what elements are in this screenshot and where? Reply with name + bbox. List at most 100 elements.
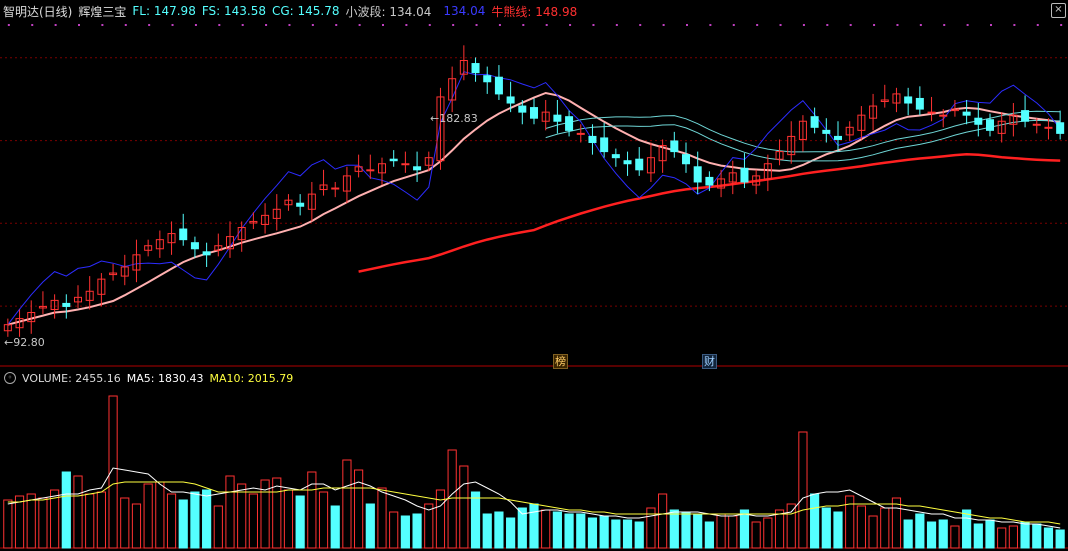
candle-body[interactable] <box>939 114 948 117</box>
volume-bar[interactable] <box>681 511 691 549</box>
candle-body[interactable] <box>529 107 539 119</box>
volume-bar[interactable] <box>272 477 282 549</box>
candle-body[interactable] <box>413 166 422 171</box>
volume-bar[interactable] <box>365 503 375 549</box>
volume-bar[interactable] <box>389 511 399 549</box>
volume-bar[interactable] <box>190 491 200 549</box>
volume-bar[interactable] <box>985 519 995 549</box>
candle-body[interactable] <box>553 114 562 122</box>
volume-bar[interactable] <box>786 503 796 549</box>
candle-body[interactable] <box>600 137 609 153</box>
candle-body[interactable] <box>962 111 971 116</box>
close-icon[interactable]: × <box>1051 3 1066 18</box>
volume-bar[interactable] <box>494 511 504 549</box>
volume-bar[interactable] <box>973 523 983 549</box>
candle-body[interactable] <box>1044 126 1053 129</box>
candle-body[interactable] <box>1032 123 1041 126</box>
candle-body[interactable] <box>588 135 597 143</box>
volume-bar[interactable] <box>61 471 71 549</box>
volume-bar[interactable] <box>950 525 960 549</box>
volume-bar[interactable] <box>915 513 925 549</box>
volume-bar[interactable] <box>926 521 937 549</box>
volume-bar[interactable] <box>564 513 574 549</box>
volume-bar[interactable] <box>73 475 83 549</box>
volume-bar[interactable] <box>891 497 902 549</box>
volume-bar[interactable] <box>318 491 329 549</box>
volume-bar[interactable] <box>1055 529 1065 549</box>
volume-bar[interactable] <box>658 493 668 549</box>
volume-bar[interactable] <box>868 515 878 549</box>
candle-body[interactable] <box>565 116 574 131</box>
candlesticks[interactable] <box>3 45 1065 337</box>
candle-body[interactable] <box>670 140 679 153</box>
volume-bar[interactable] <box>903 519 913 549</box>
volume-bar[interactable] <box>295 495 305 549</box>
candle-body[interactable] <box>190 242 199 250</box>
candle-body[interactable] <box>518 105 527 113</box>
candle-body[interactable] <box>693 166 702 183</box>
volume-bar[interactable] <box>599 515 609 549</box>
candle-body[interactable] <box>483 75 492 83</box>
volume-bar[interactable] <box>997 527 1007 549</box>
toggle-icon[interactable]: ◦ <box>4 372 16 384</box>
volume-bar[interactable] <box>435 489 446 549</box>
volume-bar[interactable] <box>166 493 177 549</box>
candle-body[interactable] <box>1021 110 1030 122</box>
volume-bar[interactable] <box>728 515 738 549</box>
volume-bar[interactable] <box>798 431 808 549</box>
volume-bar[interactable] <box>38 497 48 549</box>
candle-body[interactable] <box>915 97 924 110</box>
volume-bar[interactable] <box>307 471 317 549</box>
candle-body[interactable] <box>740 167 749 183</box>
volume-bar[interactable] <box>634 521 644 549</box>
volume-bar[interactable] <box>611 519 621 549</box>
candle-body[interactable] <box>985 119 995 131</box>
volume-bar[interactable] <box>283 489 294 549</box>
volume-bar[interactable] <box>96 491 106 549</box>
volume-bar[interactable] <box>587 517 598 549</box>
volume-bar[interactable] <box>938 519 948 549</box>
candle-body[interactable] <box>62 302 71 307</box>
candle-body[interactable] <box>179 228 188 241</box>
volume-bar[interactable] <box>1043 527 1054 549</box>
badge-finance[interactable]: 财 <box>702 354 717 369</box>
volume-bar[interactable] <box>14 495 25 549</box>
kline-chart[interactable] <box>0 0 1068 551</box>
volume-bar[interactable] <box>739 509 750 549</box>
volume-bar[interactable] <box>412 513 422 549</box>
candle-body[interactable] <box>202 251 211 256</box>
volume-bar[interactable] <box>178 499 188 549</box>
volume-bar[interactable] <box>669 509 679 549</box>
volume-bar[interactable] <box>85 493 95 549</box>
volume-bar[interactable] <box>225 475 235 549</box>
volume-bar[interactable] <box>763 517 773 549</box>
volume-bar[interactable] <box>622 519 633 549</box>
volume-bar[interactable] <box>774 509 785 549</box>
stock-title[interactable]: 智明达(日线) <box>3 3 72 20</box>
volume-bar[interactable] <box>833 511 843 549</box>
volume-bars[interactable] <box>3 395 1065 549</box>
volume-bar[interactable] <box>213 505 223 549</box>
candle-body[interactable] <box>366 169 375 172</box>
candle-body[interactable] <box>927 111 936 114</box>
volume-bar[interactable] <box>716 513 726 549</box>
volume-bar[interactable] <box>962 509 972 549</box>
volume-bar[interactable] <box>541 509 551 549</box>
volume-bar[interactable] <box>3 499 13 549</box>
volume-bar[interactable] <box>400 515 410 549</box>
candle-body[interactable] <box>331 187 340 190</box>
volume-bar[interactable] <box>1008 525 1018 549</box>
volume-bar[interactable] <box>342 459 352 549</box>
candle-body[interactable] <box>822 129 831 134</box>
volume-bar[interactable] <box>821 507 831 549</box>
volume-bar[interactable] <box>704 521 714 549</box>
volume-bar[interactable] <box>470 491 481 549</box>
volume-bar[interactable] <box>880 507 890 549</box>
candle-body[interactable] <box>635 158 644 171</box>
volume-bar[interactable] <box>26 493 36 549</box>
candle-body[interactable] <box>810 116 819 128</box>
candle-body[interactable] <box>506 96 515 104</box>
volume-bar[interactable] <box>131 503 142 549</box>
badge-rank[interactable]: 榜 <box>553 354 568 369</box>
volume-bar[interactable] <box>506 517 516 549</box>
